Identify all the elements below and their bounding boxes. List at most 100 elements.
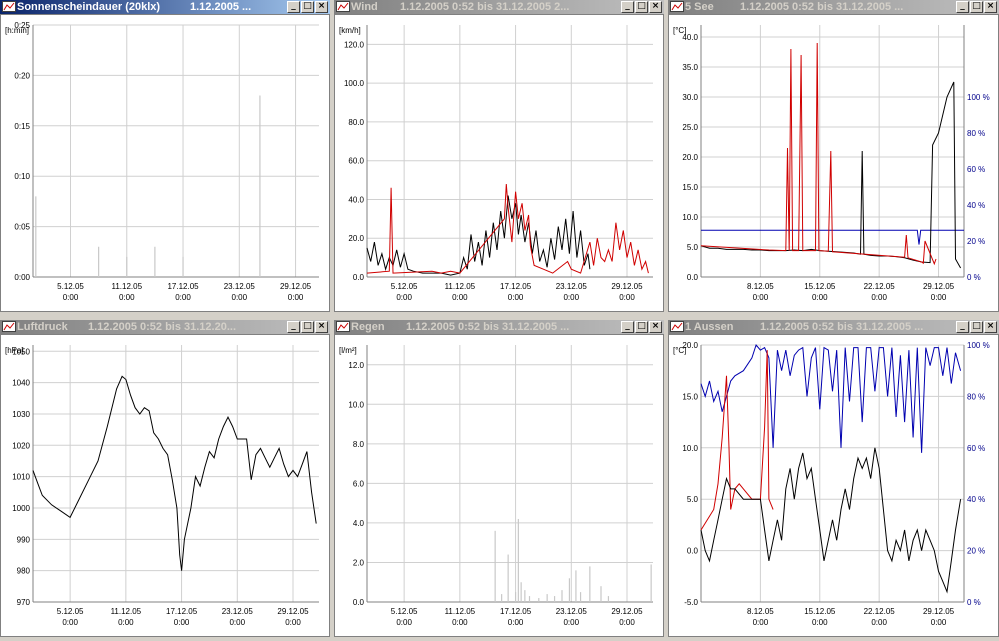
maximize-button[interactable]: □: [970, 321, 983, 333]
x-tick-time: 0:00: [563, 293, 579, 302]
series-line: [32, 375, 317, 571]
close-button[interactable]: ×: [984, 321, 997, 333]
y-tick-label: 10.0: [682, 444, 698, 453]
wind-chart: [km/h] 0.0 20.0 40.0 60.0 80.0 100.0 120.0 5.12.…: [339, 25, 653, 302]
y-tick-label: 4.0: [353, 519, 365, 528]
y-tick-label: 100.0: [344, 79, 365, 88]
series-line: [700, 343, 962, 453]
maximize-button[interactable]: □: [635, 1, 648, 13]
maximize-button[interactable]: □: [301, 1, 314, 13]
chart-icon: [2, 1, 16, 12]
window-date-range: 1.12.2005 0:52 bis 31.12.2005 ...: [760, 321, 924, 333]
window-date-range: 1.12.2005 0:52 bis 31.12.2005 ...: [740, 1, 904, 13]
y-tick-label: 0.0: [353, 273, 365, 282]
window-titlebar[interactable]: 1 Aussen 1.12.2005 0:52 bis 31.12.2005 .…: [668, 320, 999, 334]
x-tick-label: 22.12.05: [864, 282, 896, 291]
window-titlebar[interactable]: Luftdruck 1.12.2005 0:52 bis 31.12.20...…: [0, 320, 330, 334]
y-tick-label: 0.0: [687, 547, 699, 556]
y2-tick-label: 40 %: [967, 495, 985, 504]
maximize-button[interactable]: □: [301, 321, 314, 333]
y-tick-label: 1040: [12, 379, 30, 388]
series-line: [366, 183, 649, 274]
x-tick-time: 0:00: [174, 618, 190, 627]
y-tick-label: 10.0: [348, 400, 364, 409]
y2-tick-label: 20 %: [967, 237, 985, 246]
y-tick-label: 40.0: [682, 33, 698, 42]
minimize-button[interactable]: _: [287, 321, 300, 333]
close-button[interactable]: ×: [649, 321, 662, 333]
close-button[interactable]: ×: [649, 1, 662, 13]
maximize-button[interactable]: □: [970, 1, 983, 13]
y2-tick-label: 80 %: [967, 129, 985, 138]
minimize-button[interactable]: _: [956, 321, 969, 333]
y-tick-label: 80.0: [348, 118, 364, 127]
x-tick-time: 0:00: [285, 618, 301, 627]
y-tick-label: 35.0: [682, 63, 698, 72]
minimize-button[interactable]: _: [956, 1, 969, 13]
window-titlebar[interactable]: 5 See 1.12.2005 0:52 bis 31.12.2005 ... …: [668, 0, 999, 14]
window-see[interactable]: 5 See 1.12.2005 0:52 bis 31.12.2005 ... …: [668, 0, 999, 312]
x-tick-time: 0:00: [119, 293, 135, 302]
x-tick-time: 0:00: [63, 293, 79, 302]
y2-tick-label: 40 %: [967, 201, 985, 210]
y-tick-label: 20.0: [682, 341, 698, 350]
outside-chart: [°C]-5.00.05.010.015.020.00 %20 %40 %60 …: [673, 341, 990, 627]
x-tick-label: 15.12.05: [804, 607, 836, 616]
x-tick-label: 5.12.05: [57, 282, 84, 291]
rain-chart: [l/m²] 0.0 2.0 4.0 6.0 8.0 10.0 12.0 5.12.05 0:00…: [339, 345, 653, 627]
window-luftdruck[interactable]: Luftdruck 1.12.2005 0:52 bis 31.12.20...…: [0, 320, 330, 637]
x-tick-label: 29.12.05: [280, 282, 312, 291]
x-tick-label: 17.12.05: [500, 282, 532, 291]
chart-icon: [670, 1, 684, 12]
y-tick-label: 25.0: [682, 123, 698, 132]
window-regen[interactable]: Regen 1.12.2005 0:52 bis 31.12.2005 ... …: [334, 320, 664, 637]
x-tick-time: 0:00: [871, 618, 887, 627]
x-tick-label: 11.12.05: [445, 282, 476, 291]
y2-tick-label: 20 %: [967, 547, 985, 556]
y-tick-label: 6.0: [353, 479, 365, 488]
chart-icon: [2, 321, 16, 332]
window-aussen[interactable]: 1 Aussen 1.12.2005 0:52 bis 31.12.2005 .…: [668, 320, 999, 637]
minimize-button[interactable]: _: [621, 321, 634, 333]
x-tick-label: 23.12.05: [224, 282, 256, 291]
x-tick-label: 23.12.05: [222, 607, 254, 616]
chart-area: [km/h] 0.0 20.0 40.0 60.0 80.0 100.0 120.0 5.12.…: [334, 14, 664, 312]
maximize-button[interactable]: □: [635, 321, 648, 333]
window-title: 5 See: [685, 1, 714, 13]
y-tick-label: 0:20: [14, 71, 30, 80]
close-button[interactable]: ×: [315, 321, 328, 333]
y-tick-label: 5.0: [687, 495, 699, 504]
y-tick-label: 990: [17, 535, 31, 544]
x-tick-time: 0:00: [563, 618, 579, 627]
y-tick-label: 15.0: [682, 392, 698, 401]
chart-area: [l/m²] 0.0 2.0 4.0 6.0 8.0 10.0 12.0 5.12.05 0:00…: [334, 334, 664, 637]
x-tick-time: 0:00: [812, 618, 828, 627]
x-tick-label: 22.12.05: [864, 607, 896, 616]
x-tick-time: 0:00: [508, 293, 524, 302]
window-title: 1 Aussen: [685, 321, 734, 333]
see-chart: [°C]0.05.010.015.020.025.030.035.040.00 …: [673, 25, 990, 302]
close-button[interactable]: ×: [984, 1, 997, 13]
window-title: Luftdruck: [17, 321, 68, 333]
window-sonnenscheindauer[interactable]: Sonnenscheindauer (20klx) 1.12.2005 ... …: [0, 0, 330, 312]
y-tick-label: 40.0: [348, 195, 364, 204]
y-tick-label: 20.0: [348, 234, 364, 243]
y2-tick-label: 60 %: [967, 165, 985, 174]
minimize-button[interactable]: _: [287, 1, 300, 13]
x-tick-label: 5.12.05: [391, 607, 418, 616]
window-wind[interactable]: Wind 1.12.2005 0:52 bis 31.12.2005 2... …: [334, 0, 664, 312]
x-tick-label: 11.12.05: [111, 282, 142, 291]
window-title: Sonnenscheindauer (20klx): [17, 1, 161, 13]
chart-area: [°C] 0.0 5.0 10.0 15.0 20.0 25.0 30.0 35.0 40.0 0 …: [668, 14, 999, 312]
window-titlebar[interactable]: Sonnenscheindauer (20klx) 1.12.2005 ... …: [0, 0, 330, 14]
window-date-range: 1.12.2005 0:52 bis 31.12.2005 ...: [406, 321, 570, 333]
unit-label: [l/m²]: [339, 346, 357, 355]
minimize-button[interactable]: _: [621, 1, 634, 13]
x-tick-label: 5.12.05: [57, 607, 84, 616]
x-tick-label: 23.12.05: [556, 607, 588, 616]
x-tick-time: 0:00: [175, 293, 191, 302]
window-titlebar[interactable]: Wind 1.12.2005 0:52 bis 31.12.2005 2... …: [334, 0, 664, 14]
close-button[interactable]: ×: [315, 1, 328, 13]
window-titlebar[interactable]: Regen 1.12.2005 0:52 bis 31.12.2005 ... …: [334, 320, 664, 334]
x-tick-time: 0:00: [931, 618, 947, 627]
